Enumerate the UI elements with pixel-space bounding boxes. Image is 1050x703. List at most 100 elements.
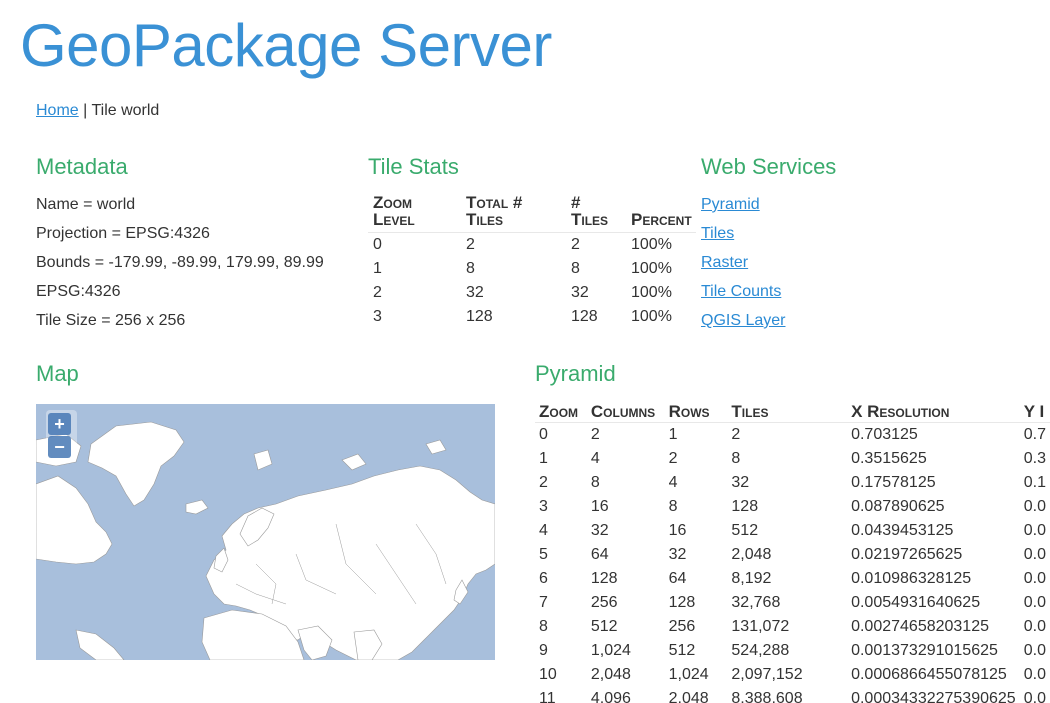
- pyramid-row-cell: 512: [590, 618, 618, 635]
- pyramid-row-cell: 512: [668, 642, 696, 659]
- pyramid-row: 7 256 128 32,768 0.0054931640625 0.0: [535, 591, 1050, 615]
- pyramid-row-cell: 0.0: [1023, 618, 1046, 635]
- tile-counts-link[interactable]: Tile Counts: [701, 283, 781, 300]
- pyramid-row-cell: 8: [731, 450, 741, 467]
- pyramid-row-cell: 524,288: [731, 642, 790, 659]
- pyramid-row-cell: 0.010986328125: [851, 570, 972, 587]
- tile-stats-row-cell: 8: [466, 260, 475, 277]
- tile-stats-col-percent: Percent: [626, 194, 696, 233]
- pyramid-row-cell: 0.1: [1023, 474, 1046, 491]
- map-tiles[interactable]: [36, 404, 495, 660]
- tile-stats-row-cell: 1: [373, 260, 382, 277]
- tile-stats-row-cell: 0: [373, 236, 382, 253]
- pyramid-row-cell: 256: [590, 594, 618, 611]
- pyramid-row: 9 1,024 512 524,288 0.001373291015625 0.0: [535, 639, 1050, 663]
- metadata-tile-size: Tile Size = 256 x 256: [36, 312, 186, 329]
- tile-stats-row-cell: 2: [571, 236, 580, 253]
- breadcrumb-home-link[interactable]: Home: [36, 102, 79, 119]
- tile-stats-row-cell: 100%: [631, 284, 672, 301]
- pyramid-row-cell: 1,024: [590, 642, 631, 659]
- pyramid-table-container[interactable]: Zoom Columns Rows Tiles X Resolution Y I…: [535, 398, 1050, 703]
- pyramid-row-cell: 0.703125: [851, 426, 918, 443]
- tile-stats-row-cell: 128: [571, 308, 598, 325]
- pyramid-row-cell: 32: [590, 522, 609, 539]
- pyramid-row-cell: 0.02197265625: [851, 546, 963, 563]
- pyramid-row-cell: 0.0: [1023, 546, 1046, 563]
- pyramid-header-row: Zoom Columns Rows Tiles X Resolution Y I: [535, 398, 1050, 423]
- pyramid-row-cell: 0.3: [1023, 450, 1046, 467]
- tiles-link[interactable]: Tiles: [701, 225, 734, 242]
- tile-stats-row-cell: 32: [466, 284, 484, 301]
- pyramid-row-cell: 2,097,152: [731, 666, 803, 683]
- breadcrumb: Home | Tile world: [36, 102, 159, 120]
- pyramid-row-cell: 0.17578125: [851, 474, 936, 491]
- pyramid-row-cell: 128: [668, 594, 696, 611]
- map-land-arctic-east: [341, 453, 367, 471]
- pyramid-link[interactable]: Pyramid: [701, 196, 760, 213]
- tile-stats-row: 3 128 128 100%: [368, 305, 696, 329]
- pyramid-row-cell: 2,048: [590, 666, 631, 683]
- zoom-out-button[interactable]: −: [48, 436, 71, 458]
- pyramid-heading: Pyramid: [535, 361, 616, 386]
- tile-stats-row-cell: 2: [466, 236, 475, 253]
- pyramid-row: 1 4 2 8 0.3515625 0.3: [535, 447, 1050, 471]
- pyramid-row-cell: 7: [539, 594, 548, 611]
- pyramid-row-cell: 2,048: [668, 690, 709, 703]
- pyramid-row-cell: 8,192: [731, 570, 772, 587]
- pyramid-col-tiles: Tiles: [727, 398, 848, 423]
- pyramid-row: 10 2,048 1,024 2,097,152 0.0006866455078125 0…: [535, 663, 1050, 687]
- pyramid-col-rows: Rows: [664, 398, 728, 423]
- pyramid-row-cell: 0.7: [1023, 426, 1046, 443]
- pyramid-row-cell: 0.3515625: [851, 450, 927, 467]
- pyramid-row-cell: 10: [539, 666, 557, 683]
- tile-stats-col-tiles: # Tiles: [566, 194, 626, 233]
- pyramid-row-cell: 1: [668, 426, 678, 443]
- pyramid-row: 5 64 32 2,048 0.02197265625 0.0: [535, 543, 1050, 567]
- pyramid-row-cell: 11: [539, 690, 556, 703]
- map-land-canada: [36, 475, 113, 565]
- pyramid-row-cell: 8: [590, 474, 600, 491]
- pyramid-row-cell: 0.087890625: [851, 498, 945, 515]
- web-services-heading: Web Services: [701, 154, 837, 179]
- pyramid-row-cell: 4,096: [590, 690, 631, 703]
- pyramid-row-cell: 0.0439453125: [851, 522, 954, 539]
- pyramid-row: 2 8 4 32 0.17578125 0.1: [535, 471, 1050, 495]
- pyramid-row-cell: 2: [668, 450, 678, 467]
- pyramid-row-cell: 2,048: [731, 546, 772, 563]
- pyramid-row-cell: 8,388,608: [731, 690, 803, 703]
- map-heading: Map: [36, 361, 79, 386]
- tile-stats-row: 0 2 2 100%: [368, 233, 696, 258]
- pyramid-row-cell: 0: [539, 426, 548, 443]
- pyramid-row-cell: 32: [668, 546, 687, 563]
- pyramid-row-cell: 0.0: [1023, 522, 1046, 539]
- raster-link[interactable]: Raster: [701, 254, 748, 271]
- pyramid-row-cell: 5: [539, 546, 548, 563]
- tile-stats-heading: Tile Stats: [368, 154, 459, 179]
- tile-stats-header-row: Zoom Level Total # Tiles # Tiles Percent: [368, 194, 696, 233]
- metadata-list: Name = world Projection = EPSG:4326 Boun…: [36, 190, 324, 335]
- breadcrumb-current: Tile world: [91, 102, 160, 119]
- map-land-arctic-east-2: [425, 439, 447, 455]
- pyramid-row-cell: 3: [539, 498, 548, 515]
- pyramid-row-cell: 2: [731, 426, 741, 443]
- pyramid-row: 8 512 256 131,072 0.00274658203125 0.0: [535, 615, 1050, 639]
- pyramid-row-cell: 32: [731, 474, 750, 491]
- pyramid-row-cell: 8: [668, 498, 678, 515]
- pyramid-table: Zoom Columns Rows Tiles X Resolution Y I…: [535, 398, 1050, 703]
- pyramid-row-cell: 128: [590, 570, 618, 587]
- qgis-layer-link[interactable]: QGIS Layer: [701, 312, 785, 329]
- tile-stats-row-cell: 2: [373, 284, 382, 301]
- tile-stats-row: 2 32 32 100%: [368, 281, 696, 305]
- pyramid-row-cell: 0.0: [1023, 642, 1046, 659]
- tile-stats-row-cell: 32: [571, 284, 589, 301]
- zoom-in-button[interactable]: +: [48, 413, 71, 435]
- world-map[interactable]: + −: [36, 404, 495, 660]
- pyramid-row-cell: 131,072: [731, 618, 790, 635]
- breadcrumb-separator: |: [83, 102, 88, 119]
- pyramid-row-cell: 2: [590, 426, 600, 443]
- pyramid-row: 6 128 64 8,192 0.010986328125 0.0: [535, 567, 1050, 591]
- tile-stats-row-cell: 100%: [631, 260, 672, 277]
- tile-stats-row-cell: 100%: [631, 308, 672, 325]
- pyramid-row-cell: 1,024: [668, 666, 709, 683]
- pyramid-row-cell: 0.00034332275390625: [851, 690, 1016, 703]
